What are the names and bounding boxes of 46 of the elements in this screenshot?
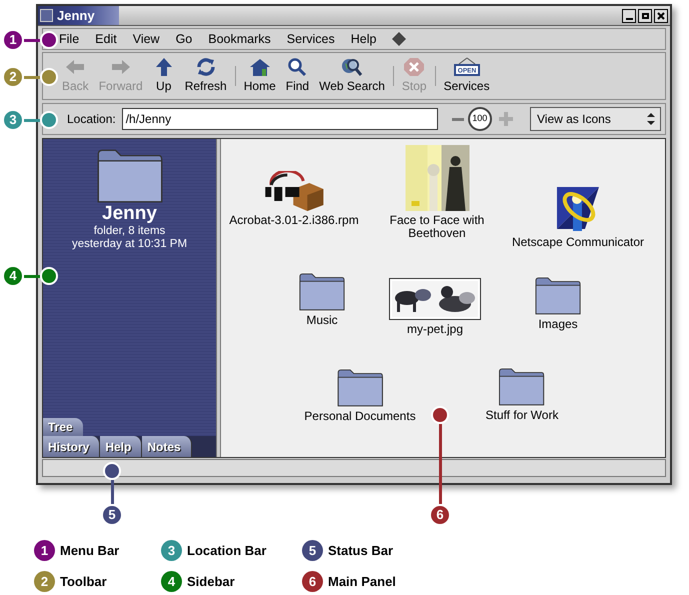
legend-number: 5 [302,540,323,561]
toolbar-button[interactable]: Find [280,57,314,95]
item-label[interactable]: Stuff for Work [486,408,558,422]
view-dropdown[interactable]: View as Icons [530,107,661,131]
legend-number: 2 [34,571,55,592]
item-label[interactable]: Music [306,314,338,327]
folder-info: folder, 8 items [94,225,166,238]
legend-label: Toolbar [60,572,107,591]
legend-label: Sidebar [187,572,235,591]
toolbar-button[interactable]: Web Search [314,57,390,95]
legend-label: Main Panel [328,572,396,591]
menu-item[interactable]: Help [350,30,376,48]
legend-number: 4 [161,571,182,592]
window-title: Jenny [57,6,95,25]
legend-label: Location Bar [187,542,266,560]
menu-item[interactable]: Bookmarks [208,30,271,48]
menu-item[interactable]: File [59,30,80,48]
item-label[interactable]: Personal Documents [304,410,416,423]
item-label[interactable]: Images [538,318,578,331]
zoom-level-indicator[interactable]: 100 [468,107,492,131]
legend-label: Status Bar [328,542,394,560]
callout-number: 4 [2,265,24,287]
legend-number: 1 [34,540,55,561]
sidebar-title: Jenny [102,203,157,226]
item-label[interactable]: Netscape Communicator [512,236,644,249]
menu-item[interactable]: Services [286,30,335,48]
item-label[interactable]: Acrobat-3.01-2.i386.rpm [229,214,359,227]
menu-item[interactable]: Go [176,30,192,48]
toolbar-button[interactable]: Up [148,57,180,95]
legend-number: 3 [161,540,182,561]
callout-number: 3 [2,109,24,131]
modified-date: yesterday at 10:31 PM [72,238,188,252]
legend-number: 6 [302,571,323,592]
callout-number: 5 [101,504,123,526]
toolbar-button[interactable]: Refresh [180,57,232,95]
menu-item[interactable]: Edit [95,30,117,48]
legend-label: Menu Bar [60,542,120,560]
location-field[interactable]: /h/Jenny [122,108,438,130]
menu-item[interactable]: View [132,30,160,48]
toolbar-button[interactable]: Home [238,57,281,95]
callout-number: 1 [2,29,24,51]
item-label[interactable]: my-pet.jpg [406,323,464,336]
location-label: Location: [67,111,116,128]
callout-number: 6 [429,504,451,526]
item-label[interactable]: Face to Face with Beethoven [380,214,494,240]
callout-number: 2 [2,66,24,88]
